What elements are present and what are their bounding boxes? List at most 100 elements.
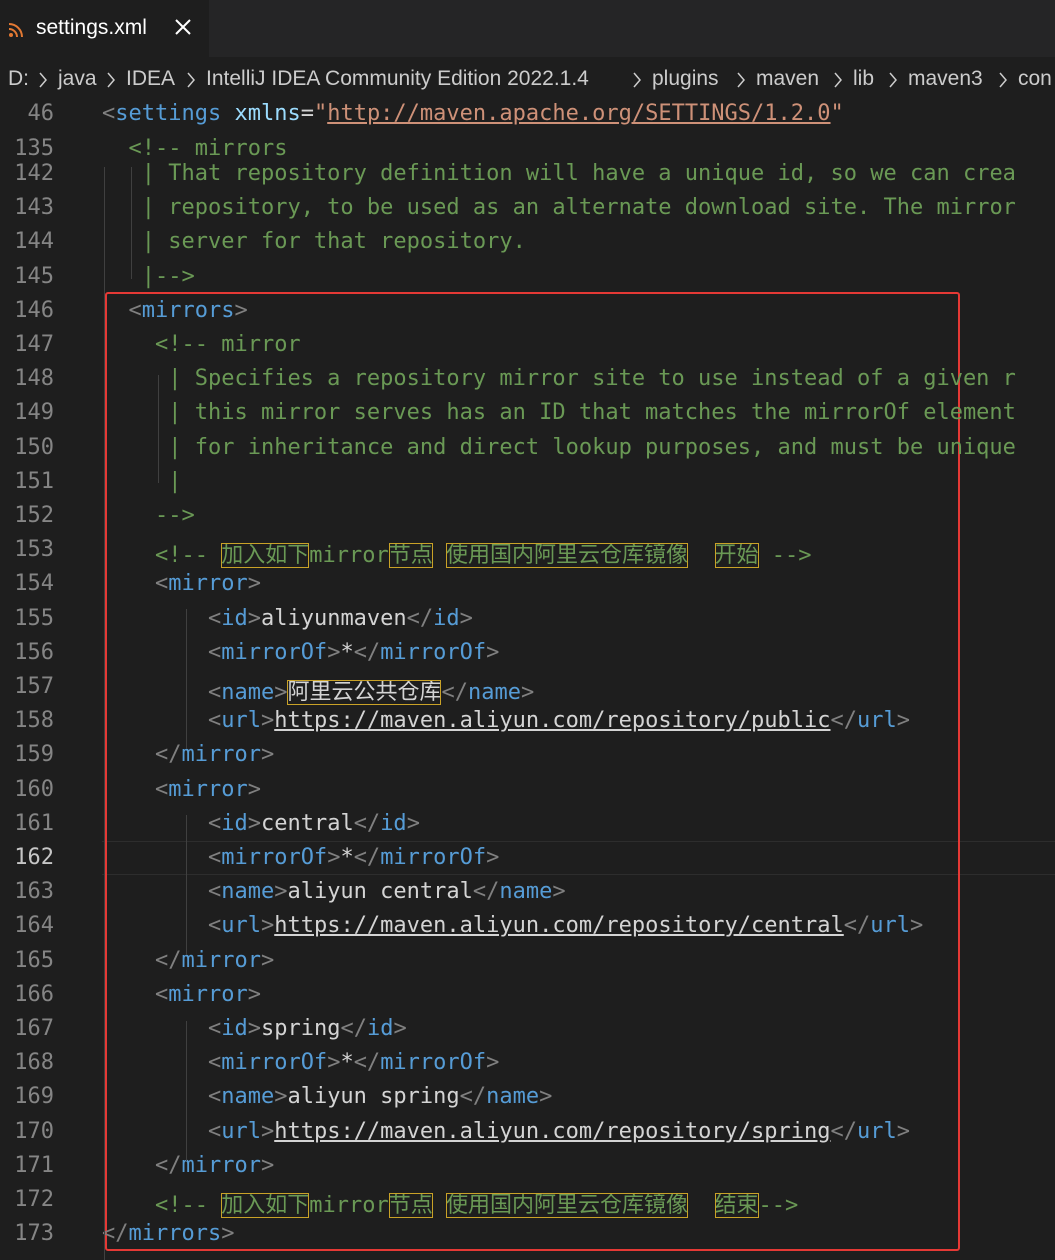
code-line[interactable]: 160 <mirror>	[0, 775, 1055, 809]
indent-guide	[186, 1021, 187, 1161]
code-line[interactable]: 146 <mirrors>	[0, 296, 1055, 330]
code-token: >	[486, 845, 500, 870]
code-line[interactable]: 167 <id>spring</id>	[0, 1014, 1055, 1048]
code-line[interactable]: 162 <mirrorOf>*</mirrorOf>	[0, 843, 1055, 877]
code-token: </	[154, 947, 182, 973]
close-icon[interactable]	[172, 16, 194, 38]
code-token: name	[221, 1084, 275, 1110]
code-text: |	[102, 469, 181, 494]
indent-guide	[104, 167, 105, 1260]
breadcrumb-item[interactable]: IDEA	[126, 67, 175, 91]
code-line[interactable]: 154 <mirror>	[0, 569, 1055, 603]
code-line[interactable]: 163 <name>aliyun central</name>	[0, 877, 1055, 911]
code-token: >	[896, 708, 911, 734]
code-token: http://maven.apache.org/SETTINGS/1.2.0	[327, 101, 831, 126]
code-token: </	[843, 913, 871, 939]
code-line[interactable]: 172 <!-- 加入如下mirror节点 使用国内阿里云仓库镜像 结束-->	[0, 1185, 1055, 1219]
code-token: >	[459, 605, 473, 631]
code-line[interactable]: 147 <!-- mirror	[0, 330, 1055, 364]
code-line[interactable]: 166 <mirror>	[0, 980, 1055, 1014]
code-line[interactable]: 164 <url>https://maven.aliyun.com/reposi…	[0, 911, 1055, 945]
code-line[interactable]: 158 <url>https://maven.aliyun.com/reposi…	[0, 706, 1055, 740]
code-token: mirror	[168, 571, 248, 597]
code-token: </	[353, 1050, 381, 1076]
breadcrumb-item[interactable]: lib	[853, 67, 874, 91]
line-number: 173	[14, 1221, 54, 1247]
code-line[interactable]: 157 <name>阿里云公共仓库</name>	[0, 672, 1055, 706]
code-token: id	[221, 1016, 248, 1041]
breadcrumb-item[interactable]: java	[58, 67, 97, 91]
code-line[interactable]: 152 -->	[0, 501, 1055, 535]
code-token: -->	[154, 503, 195, 528]
code-text: <name>aliyun central</name>	[102, 879, 566, 904]
code-text: | for inheritance and direct lookup purp…	[102, 435, 1016, 460]
line-number: 147	[14, 332, 54, 357]
code-token: >	[260, 1118, 275, 1144]
code-token: <	[207, 1016, 222, 1041]
chevron-right-icon	[737, 72, 745, 88]
code-token: aliyunmaven	[260, 605, 407, 631]
code-line[interactable]: 168 <mirrorOf>*</mirrorOf>	[0, 1048, 1055, 1082]
breadcrumb-item[interactable]: D:	[8, 67, 29, 91]
code-line[interactable]: 143 | repository, to be used as an alter…	[0, 193, 1055, 227]
tab-title: settings.xml	[36, 16, 147, 39]
breadcrumb-item[interactable]: plugins	[652, 67, 719, 91]
breadcrumb-item[interactable]: con	[1018, 67, 1052, 91]
line-number: 149	[14, 400, 54, 426]
code-line[interactable]: 173 </mirrors>	[0, 1219, 1055, 1253]
breadcrumb-item[interactable]: maven3	[908, 67, 983, 91]
code-token: >	[896, 1118, 911, 1144]
code-token: <	[207, 845, 222, 870]
code-token: <	[207, 879, 222, 905]
code-line[interactable]: 46 <settings xmlns="http://maven.apache.o…	[0, 99, 1055, 133]
code-token: mirror	[181, 1152, 261, 1178]
code-line[interactable]: 142 | That repository definition will ha…	[0, 159, 1055, 193]
chevron-right-icon	[107, 72, 115, 88]
line-number: 160	[14, 776, 54, 802]
code-token: >	[539, 1084, 553, 1110]
code-line[interactable]: 145 |-->	[0, 262, 1055, 296]
code-token: </	[472, 879, 500, 905]
code-line[interactable]: 169 <name>aliyun spring</name>	[0, 1082, 1055, 1116]
code-token: >	[486, 1050, 500, 1076]
code-editor[interactable]: 46 <settings xmlns="http://maven.apache.o…	[0, 97, 1055, 1260]
code-line[interactable]: 161 <id>central</id>	[0, 809, 1055, 843]
code-text: <mirror>	[102, 982, 261, 1007]
code-text: </mirror>	[102, 1153, 274, 1178]
code-token: >	[247, 981, 261, 1007]
code-token: id	[366, 1016, 394, 1041]
code-text: </mirror>	[102, 742, 274, 767]
code-line[interactable]: 165 </mirror>	[0, 946, 1055, 980]
code-token: -->	[758, 1193, 799, 1218]
code-token: <	[207, 680, 222, 705]
code-line[interactable]: 170 <url>https://maven.aliyun.com/reposi…	[0, 1117, 1055, 1151]
breadcrumb-item[interactable]: IntelliJ IDEA Community Edition 2022.1.4	[206, 67, 589, 91]
code-line[interactable]: 144 | server for that repository.	[0, 227, 1055, 261]
code-line[interactable]: 153 <!-- 加入如下mirror节点 使用国内阿里云仓库镜像 开始 -->	[0, 535, 1055, 569]
code-token: mirrorOf	[380, 1050, 487, 1076]
code-token: >	[247, 1016, 261, 1041]
breadcrumb-item[interactable]: maven	[756, 67, 819, 91]
code-line[interactable]: 171 </mirror>	[0, 1151, 1055, 1185]
code-token: >	[221, 1221, 235, 1247]
code-token: name	[467, 680, 521, 705]
code-line[interactable]: 159 </mirror>	[0, 740, 1055, 774]
code-token: mirror	[181, 947, 261, 973]
code-line[interactable]: 156 <mirrorOf>*</mirrorOf>	[0, 638, 1055, 672]
code-token: >	[274, 879, 288, 905]
code-token: </	[353, 845, 381, 870]
code-token: <!-- mirrors	[128, 136, 288, 161]
code-token: 节点	[388, 1193, 433, 1218]
code-line[interactable]: 155 <id>aliyunmaven</id>	[0, 604, 1055, 638]
tab-settings-xml[interactable]: settings.xml	[0, 0, 209, 57]
line-number: 148	[14, 366, 54, 392]
code-token: >	[552, 879, 566, 905]
code-text: <!-- mirror	[102, 332, 301, 357]
